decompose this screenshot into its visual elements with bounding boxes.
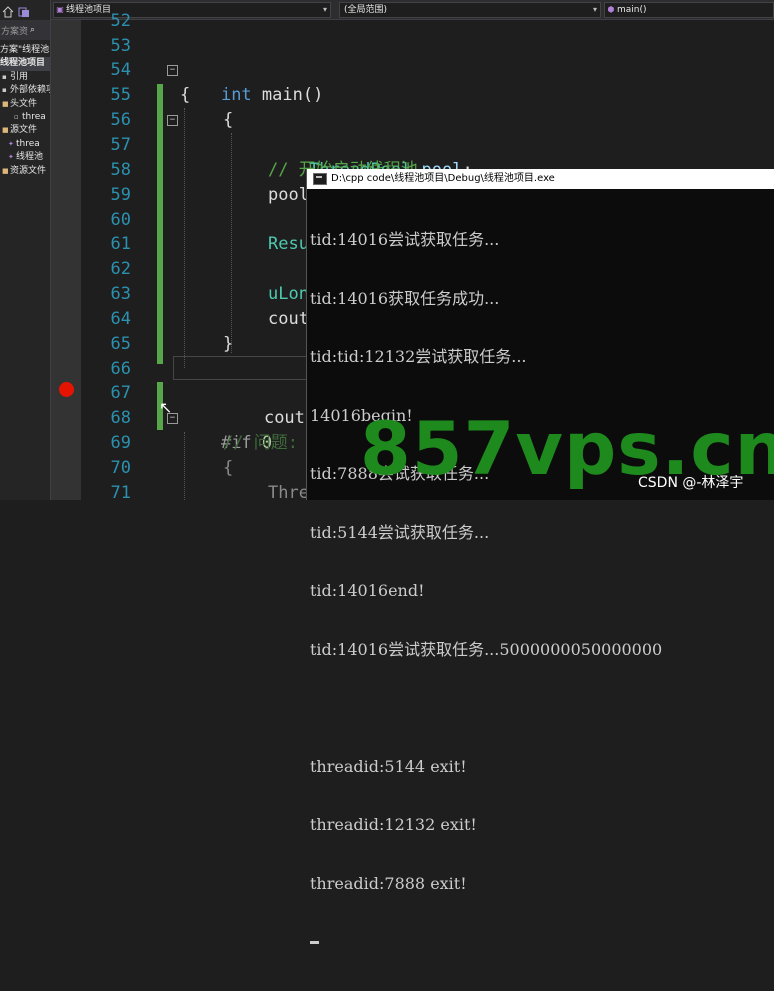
line-number: 61 xyxy=(110,234,131,254)
search-placeholder: 方案资 xyxy=(1,26,29,37)
console-line: tid:14016获取任务成功... xyxy=(310,288,500,308)
breakpoint-icon[interactable] xyxy=(59,382,74,397)
code-line-70: { xyxy=(223,458,234,478)
tree-item-solution[interactable]: 方案"线程池 xyxy=(0,44,50,57)
tree-item-source-threadpool[interactable]: ✦ threa xyxy=(0,138,50,151)
chevron-down-icon: ▾ xyxy=(592,5,597,14)
mouse-pointer-icon: ↖ xyxy=(159,398,173,417)
line-number: 60 xyxy=(110,210,131,230)
console-line: tid:14016尝试获取任务... xyxy=(310,230,500,249)
switch-view-icon[interactable] xyxy=(18,3,30,17)
header-file-icon: ▫ xyxy=(14,112,19,121)
console-app-icon xyxy=(313,173,327,185)
code-line-64: cout xyxy=(268,309,309,329)
tree-item-project[interactable]: 线程池项目 xyxy=(0,57,50,71)
solution-search-input[interactable]: 方案资 ⌕ xyxy=(0,20,50,40)
change-indicator xyxy=(157,84,163,364)
tree-item-references[interactable]: ▪ 引用 xyxy=(0,71,50,84)
console-output: tid:14016尝试获取任务... tid:14016获取任务成功... ti… xyxy=(307,189,774,991)
tree-item-external-deps[interactable]: ▪ 外部依赖项 xyxy=(0,84,50,97)
line-number: 53 xyxy=(110,36,131,56)
breakpoint-gutter[interactable] xyxy=(51,20,81,500)
cpp-file-icon: ✦ xyxy=(8,153,14,162)
console-line: threadid:12132 exit! xyxy=(310,815,477,834)
reference-icon: ▪ xyxy=(2,72,7,81)
line-number: 66 xyxy=(110,359,131,379)
console-line: threadid:5144 exit! xyxy=(310,756,467,776)
code-line-59: pool xyxy=(268,185,309,205)
text-cursor xyxy=(310,941,319,944)
code-line-54: int main() xyxy=(220,85,324,105)
line-number: 59 xyxy=(110,185,131,205)
line-number: 54 xyxy=(110,60,131,80)
line-number: 56 xyxy=(110,110,131,130)
solution-tree: 方案"线程池 线程池项目 ▪ 引用 ▪ 外部依赖项 ■头文件 ▫ threa ■源文件… xyxy=(0,44,50,178)
line-number: 71 xyxy=(110,483,131,503)
code-line-61: Resu xyxy=(268,234,309,254)
tree-item-source-main[interactable]: ✦ 线程池 xyxy=(0,151,50,164)
tree-item-header-files[interactable]: ■头文件 xyxy=(0,98,50,111)
code-line-56: { xyxy=(223,110,234,130)
line-number: 67 xyxy=(110,383,131,403)
line-number: 70 xyxy=(110,458,131,478)
function-dropdown[interactable]: ⬢ main() xyxy=(604,2,774,18)
console-line: threadid:7888 exit! xyxy=(310,873,467,893)
line-number: 65 xyxy=(110,334,131,354)
chevron-down-icon: ▾ xyxy=(322,5,327,14)
line-number: 55 xyxy=(110,85,131,105)
console-title-bar[interactable]: D:\cpp code\线程池项目\Debug\线程池项目.exe xyxy=(307,169,774,189)
code-line-55: { xyxy=(180,85,191,105)
folder-icon: ■ xyxy=(2,126,9,135)
folder-icon: ■ xyxy=(2,166,9,175)
solution-explorer: 方案资 ⌕ 方案"线程池 线程池项目 ▪ 引用 ▪ 外部依赖项 ■头文件 ▫ thre… xyxy=(0,0,51,500)
indent-guide xyxy=(184,108,185,368)
line-number: 57 xyxy=(110,135,131,155)
project-icon: ▣ xyxy=(56,5,64,14)
console-line: tid:14016end! xyxy=(310,581,425,600)
line-number: 52 xyxy=(110,11,131,31)
tree-item-source-files[interactable]: ■源文件 xyxy=(0,124,50,137)
line-number: 63 xyxy=(110,284,131,304)
line-number: 62 xyxy=(110,259,131,279)
code-line-69: // 问题: xyxy=(223,433,298,453)
search-icon[interactable]: ⌕ xyxy=(30,25,35,35)
folder-icon: ■ xyxy=(2,99,9,108)
console-title: D:\cpp code\线程池项目\Debug\线程池项目.exe xyxy=(331,173,555,184)
collapse-toggle-icon[interactable]: − xyxy=(167,115,178,126)
console-line: tid:5144尝试获取任务... xyxy=(310,522,490,542)
line-number: 68 xyxy=(110,408,131,428)
code-line-63: uLon xyxy=(268,284,309,304)
code-line-65: } xyxy=(223,334,234,354)
cpp-file-icon: ✦ xyxy=(8,139,14,148)
dependency-icon: ▪ xyxy=(2,86,7,95)
tree-item-header-threadpool[interactable]: ▫ threa xyxy=(0,111,50,124)
console-line: tid:14016尝试获取任务...5000000050000000 xyxy=(310,639,663,659)
console-cursor-line xyxy=(310,932,774,952)
line-number: 69 xyxy=(110,433,131,453)
tree-item-resource-files[interactable]: ■资源文件 xyxy=(0,165,50,178)
home-icon[interactable] xyxy=(2,3,14,18)
function-icon: ⬢ xyxy=(607,5,615,14)
line-number: 64 xyxy=(110,309,131,329)
collapse-toggle-icon[interactable]: − xyxy=(167,65,178,76)
scope-dropdown[interactable]: (全局范围) ▾ xyxy=(339,2,601,18)
console-line: tid:tid:12132尝试获取任务... xyxy=(310,347,527,366)
solution-toolbar xyxy=(0,0,50,18)
code-line-71: Thre xyxy=(268,483,309,503)
line-number: 58 xyxy=(110,160,131,180)
editor-nav-bar: ▣ 线程池项目 ▾ (全局范围) ▾ ⬢ main() xyxy=(51,0,774,20)
author-credit: CSDN @-林泽宇 xyxy=(638,475,744,491)
indent-guide xyxy=(231,133,232,353)
